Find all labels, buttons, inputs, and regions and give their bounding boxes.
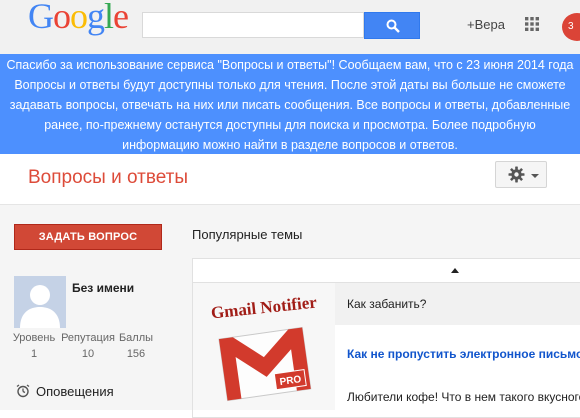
stat-value: 156 — [126, 348, 146, 360]
list-item[interactable]: Как забанить? — [335, 283, 580, 325]
section-header: Вопросы и ответы — [0, 154, 580, 205]
ask-question-button[interactable]: ЗАДАТЬ ВОПРОС — [14, 224, 162, 250]
notifications-label: Оповещения — [36, 384, 114, 399]
logo-letter: g — [87, 0, 105, 36]
alarm-clock-icon — [16, 384, 30, 398]
stat-value: 10 — [81, 348, 95, 360]
popular-topics-heading: Популярные темы — [192, 227, 303, 242]
stat-label: Баллы — [118, 332, 154, 344]
logo-letter: G — [28, 0, 54, 36]
logo-letter: e — [113, 0, 129, 36]
avatar[interactable] — [14, 276, 66, 328]
stat-points: Баллы 156 — [118, 332, 154, 360]
announcement-text: Спасибо за использование сервиса "Вопрос… — [6, 58, 574, 152]
apps-grid-icon[interactable] — [525, 17, 539, 31]
username[interactable]: Без имени — [72, 281, 134, 295]
chevron-down-icon — [531, 174, 539, 178]
user-silhouette-icon — [14, 276, 66, 328]
gmail-notifier-image: Gmail Notifier PRO — [193, 283, 335, 410]
top-bar: Google +Вера 3 — [0, 0, 580, 54]
announcement-banner: Спасибо за использование сервиса "Вопрос… — [0, 54, 580, 154]
topic-thumbnail[interactable]: Gmail Notifier PRO — [193, 283, 335, 410]
list-item[interactable]: Любители кофе! Что в нем такого вкусного… — [335, 376, 580, 418]
logo-letter: l — [104, 0, 114, 36]
google-logo[interactable]: Google — [28, 0, 129, 36]
notification-badge[interactable]: 3 — [562, 13, 580, 41]
logo-letter: o — [70, 0, 88, 36]
gear-icon — [508, 166, 525, 183]
list-item[interactable]: Как не пропустить электронное письмо — [335, 333, 580, 375]
settings-button[interactable] — [495, 161, 547, 188]
search-input[interactable] — [142, 12, 364, 38]
user-profile-link[interactable]: +Вера — [467, 17, 505, 32]
logo-letter: o — [53, 0, 71, 36]
stat-label: Уровень — [12, 332, 56, 344]
search-icon — [386, 19, 400, 33]
stat-value: 1 — [30, 348, 38, 360]
stat-label: Репутация — [61, 332, 115, 344]
stat-level: Уровень 1 — [8, 332, 60, 360]
stat-reputation: Репутация 10 — [60, 332, 116, 360]
carousel-up-arrow-icon[interactable] — [451, 268, 459, 273]
notifications-link[interactable]: Оповещения — [16, 384, 114, 399]
search-button[interactable] — [364, 12, 420, 39]
page-title[interactable]: Вопросы и ответы — [28, 167, 188, 189]
